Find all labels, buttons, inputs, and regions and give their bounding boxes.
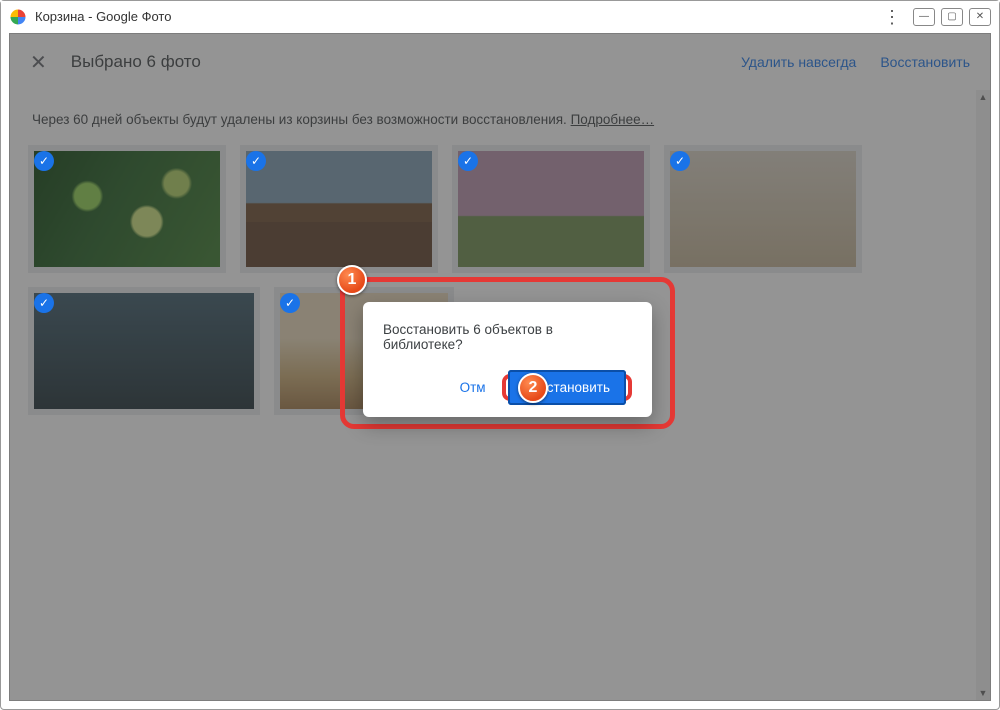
annotation-badge-2: 2 (518, 373, 548, 403)
checkmark-icon[interactable]: ✓ (458, 151, 478, 171)
photo-thumbnail[interactable]: ✓ (452, 145, 650, 273)
restore-dialog: Восстановить 6 объектов в библиотеке? От… (363, 302, 652, 417)
vertical-scrollbar[interactable]: ▲ ▼ (976, 90, 990, 700)
title-bar: Корзина - Google Фото ⋮ — ▢ ✕ (1, 1, 999, 33)
google-photos-icon (9, 8, 27, 26)
photo-thumbnail[interactable]: ✓ (28, 145, 226, 273)
kebab-menu-icon[interactable]: ⋮ (883, 8, 901, 26)
dialog-actions: Отм Восстановить (383, 372, 632, 403)
checkmark-icon[interactable]: ✓ (280, 293, 300, 313)
annotation-highlight-box: Восстановить 6 объектов в библиотеке? От… (340, 277, 675, 429)
photo-thumbnail[interactable]: ✓ (28, 287, 260, 415)
close-selection-icon[interactable]: ✕ (30, 50, 47, 75)
window-controls: — ▢ ✕ (913, 8, 991, 26)
checkmark-icon[interactable]: ✓ (670, 151, 690, 171)
maximize-button[interactable]: ▢ (941, 8, 963, 26)
restore-button[interactable]: Восстановить (880, 54, 970, 70)
selection-bar: ✕ Выбрано 6 фото Удалить навсегда Восста… (10, 34, 990, 90)
scroll-down-icon[interactable]: ▼ (976, 686, 990, 700)
scroll-up-icon[interactable]: ▲ (976, 90, 990, 104)
dialog-message: Восстановить 6 объектов в библиотеке? (383, 322, 632, 352)
notice-text: Через 60 дней объекты будут удалены из к… (32, 112, 571, 127)
checkmark-icon[interactable]: ✓ (34, 151, 54, 171)
window-frame: Корзина - Google Фото ⋮ — ▢ ✕ ✕ Выбрано … (0, 0, 1000, 710)
close-window-button[interactable]: ✕ (969, 8, 991, 26)
trash-notice: Через 60 дней объекты будут удалены из к… (28, 102, 972, 145)
photo-thumbnail[interactable]: ✓ (664, 145, 862, 273)
learn-more-link[interactable]: Подробнее… (571, 112, 655, 127)
checkmark-icon[interactable]: ✓ (34, 293, 54, 313)
delete-forever-button[interactable]: Удалить навсегда (741, 54, 856, 70)
selection-title: Выбрано 6 фото (71, 52, 717, 72)
cancel-button[interactable]: Отм (450, 372, 496, 403)
annotation-badge-1: 1 (337, 265, 367, 295)
checkmark-icon[interactable]: ✓ (246, 151, 266, 171)
window-title: Корзина - Google Фото (35, 9, 883, 24)
photo-thumbnail[interactable]: ✓ (240, 145, 438, 273)
minimize-button[interactable]: — (913, 8, 935, 26)
